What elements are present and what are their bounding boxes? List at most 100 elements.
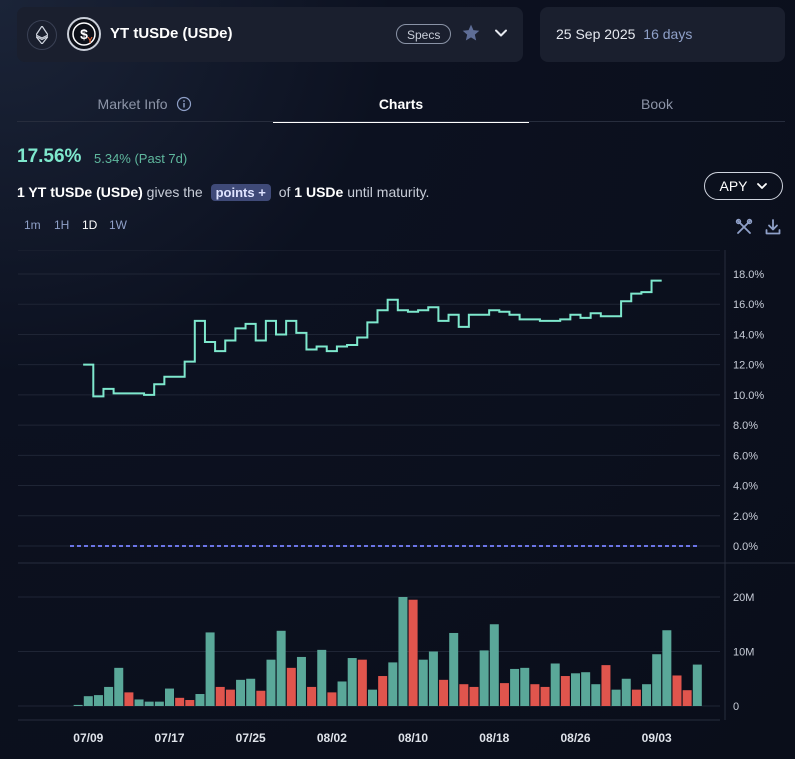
volume-bar bbox=[459, 684, 469, 706]
apy-tick-label: 18.0% bbox=[733, 269, 764, 281]
volume-bar bbox=[296, 656, 306, 706]
token-selector-card[interactable]: $ Y YT tUSDe (USDe) Specs bbox=[17, 7, 523, 62]
apy-tick-label: 14.0% bbox=[733, 329, 764, 341]
volume-bar bbox=[317, 649, 327, 706]
apy-tick-label: 2.0% bbox=[733, 511, 758, 523]
volume-bar bbox=[276, 630, 286, 706]
volume-bar bbox=[560, 676, 570, 706]
volume-bar bbox=[104, 686, 114, 706]
metric-select[interactable]: APY bbox=[704, 172, 783, 200]
metric-select-label: APY bbox=[719, 178, 748, 194]
volume-bar bbox=[124, 692, 134, 706]
maturity-card[interactable]: 25 Sep 2025 16 days bbox=[540, 7, 785, 62]
x-tick-label: 07/25 bbox=[236, 731, 266, 745]
volume-bar bbox=[368, 689, 377, 706]
apy-tick-label: 4.0% bbox=[733, 481, 758, 493]
volume-bar bbox=[266, 659, 276, 706]
current-apy: 17.56% bbox=[17, 146, 82, 167]
volume-bar bbox=[246, 678, 256, 706]
timeframe-1w[interactable]: 1W bbox=[109, 218, 127, 232]
desc-mid: gives the bbox=[146, 184, 203, 200]
volume-tick-label: 0 bbox=[733, 701, 739, 713]
timeframe-1d[interactable]: 1D bbox=[82, 218, 97, 232]
volume-tick-label: 20M bbox=[733, 592, 754, 604]
volume-bar bbox=[286, 667, 296, 706]
volume-bar bbox=[83, 696, 93, 706]
volume-bar bbox=[408, 599, 418, 706]
token-name: YT tUSDe (USDe) bbox=[110, 25, 233, 42]
volume-bar bbox=[601, 665, 611, 706]
x-tick-label: 08/26 bbox=[560, 731, 590, 745]
apy-tick-label: 8.0% bbox=[733, 420, 758, 432]
volume-bar bbox=[418, 659, 428, 706]
desc-of: of bbox=[278, 184, 291, 200]
volume-bar bbox=[439, 679, 449, 706]
apy-tick-label: 6.0% bbox=[733, 450, 758, 462]
volume-bar bbox=[540, 686, 550, 706]
maturity-date-row: 25 Sep 2025 16 days bbox=[556, 26, 692, 42]
volume-bar bbox=[175, 697, 185, 706]
volume-bar bbox=[611, 689, 621, 706]
volume-bar bbox=[642, 684, 652, 706]
volume-bar bbox=[672, 675, 682, 706]
volume-bar bbox=[449, 632, 459, 706]
tab-charts[interactable]: Charts bbox=[273, 88, 529, 123]
x-tick-label: 07/17 bbox=[154, 731, 184, 745]
volume-bar bbox=[93, 695, 103, 706]
volume-bar bbox=[530, 684, 540, 706]
volume-bar bbox=[144, 701, 154, 706]
days-left: 16 days bbox=[643, 26, 693, 42]
download-icon[interactable] bbox=[764, 218, 782, 236]
volume-bar bbox=[195, 694, 205, 706]
volume-bar bbox=[682, 690, 692, 706]
volume-bar bbox=[185, 700, 195, 706]
volume-bar bbox=[428, 651, 438, 706]
tab-market-info[interactable]: Market Info bbox=[17, 88, 273, 121]
volume-bar bbox=[652, 654, 662, 706]
volume-bar bbox=[327, 692, 337, 706]
tools-icon[interactable] bbox=[735, 218, 753, 236]
volume-bar bbox=[307, 686, 317, 706]
apy-tick-label: 16.0% bbox=[733, 299, 764, 311]
plus-icon: + bbox=[258, 185, 266, 200]
volume-bar bbox=[114, 667, 124, 706]
volume-bar bbox=[347, 658, 357, 706]
volume-bar bbox=[550, 663, 560, 706]
x-tick-label: 08/18 bbox=[479, 731, 509, 745]
points-description: 1 YT tUSDe (USDe) gives the points + of … bbox=[17, 184, 429, 201]
ethereum-icon[interactable] bbox=[27, 20, 57, 50]
tab-divider bbox=[17, 121, 785, 122]
info-icon[interactable] bbox=[176, 96, 192, 112]
volume-bar bbox=[581, 672, 591, 706]
apy-tick-label: 0.0% bbox=[733, 541, 758, 553]
volume-bar bbox=[591, 684, 601, 706]
desc-token: 1 YT tUSDe (USDe) bbox=[17, 184, 143, 200]
chevron-down-icon[interactable] bbox=[494, 26, 508, 45]
tab-market-info-label: Market Info bbox=[97, 96, 168, 112]
maturity-date: 25 Sep 2025 bbox=[556, 26, 636, 42]
volume-bar bbox=[571, 673, 580, 706]
volume-tick-label: 10M bbox=[733, 647, 754, 659]
volume-bar bbox=[357, 659, 367, 706]
tab-book[interactable]: Book bbox=[529, 88, 785, 121]
desc-amount: 1 USDe bbox=[294, 184, 344, 200]
volume-bar bbox=[398, 597, 408, 706]
apy-tick-label: 12.0% bbox=[733, 360, 764, 372]
volume-bar bbox=[256, 690, 266, 706]
timeframe-1m[interactable]: 1m bbox=[24, 218, 41, 232]
specs-button[interactable]: Specs bbox=[396, 24, 452, 44]
svg-text:Y: Y bbox=[87, 36, 93, 45]
apy-tick-label: 10.0% bbox=[733, 390, 764, 402]
volume-bar bbox=[621, 678, 631, 706]
points-badge[interactable]: points + bbox=[210, 184, 271, 201]
volume-bar bbox=[73, 704, 83, 706]
timeframe-1h[interactable]: 1H bbox=[54, 218, 69, 232]
apy-volume-chart[interactable]: 0.0% 2.0% 4.0% 6.0% 8.0% 10.0% 12.0% 14.0% 16.0%… bbox=[0, 250, 795, 759]
volume-bar bbox=[510, 668, 520, 706]
x-tick-label: 08/10 bbox=[398, 731, 428, 745]
points-label: points bbox=[215, 185, 255, 200]
tab-bar: Market Info Charts Book bbox=[17, 88, 785, 123]
star-icon[interactable] bbox=[461, 23, 481, 48]
x-tick-label: 07/09 bbox=[73, 731, 103, 745]
volume-bar bbox=[388, 662, 398, 706]
